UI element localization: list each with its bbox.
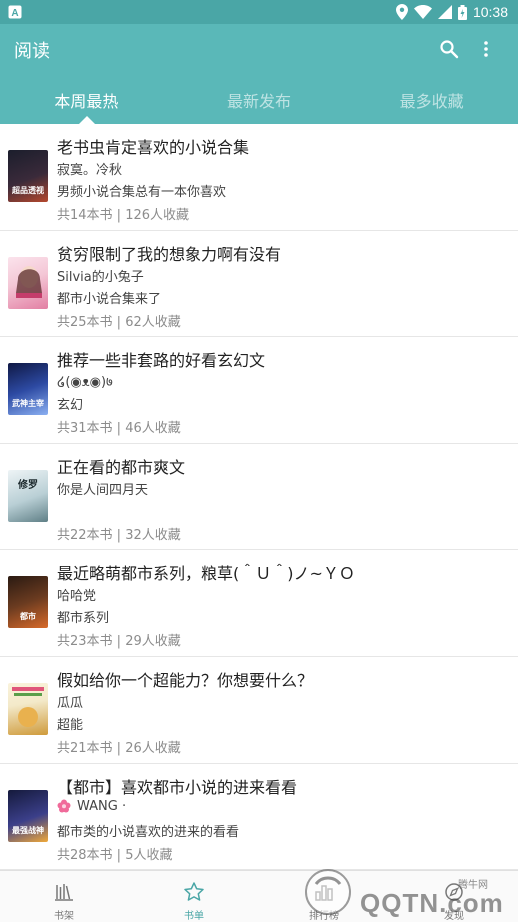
favorite-count: 62人收藏 <box>125 314 181 330</box>
clock: 10:38 <box>472 4 508 20</box>
booklist-author: Silvia的小兔子 <box>57 266 144 285</box>
nav-label: 书单 <box>184 911 204 922</box>
cover-title: 最强战神 <box>12 825 44 835</box>
booklist-item[interactable]: 武神主宰 推荐一些非套路的好看玄幻文 ໒(◉ᴥ◉)७ 玄幻 共31本书 | 46… <box>0 337 518 444</box>
star-icon <box>184 882 204 901</box>
booklist-description: 都市类的小说喜欢的进来的看看 <box>57 824 240 840</box>
booklist-author: WANG · <box>57 799 126 814</box>
cover-title: 武神主宰 <box>12 399 44 409</box>
book-count: 共23本书 <box>57 634 113 650</box>
svg-text:A: A <box>11 8 18 19</box>
author-name: 寂寞。冷秋 <box>57 163 123 178</box>
book-cover <box>8 256 48 309</box>
booklist-stats: 共25本书 | 62人收藏 <box>57 314 181 330</box>
author-name: 你是人间四月天 <box>57 482 149 498</box>
booklist-stats: 共31本书 | 46人收藏 <box>57 421 181 437</box>
book-cover <box>8 682 48 735</box>
nav-label: 书架 <box>54 911 74 922</box>
nav-booklist[interactable]: 书单 <box>162 871 226 922</box>
book-count: 共28本书 <box>57 847 113 863</box>
booklist-stats: 共28本书 | 5人收藏 <box>57 847 173 863</box>
cover-title: 超品透视 <box>12 186 44 195</box>
page-title: 阅读 <box>14 41 50 62</box>
cover-art <box>12 686 44 727</box>
location-icon <box>395 4 408 20</box>
flower-icon <box>57 799 71 813</box>
book-cover: 都市 <box>8 576 48 629</box>
signal-icon <box>437 5 452 19</box>
watermark-small-text: 腾牛网 <box>458 880 488 891</box>
tab-most-favorited[interactable]: 最多收藏 <box>345 84 518 124</box>
booklist-item[interactable]: 假如给你一个超能力？你想要什么？ 瓜瓜 超能 共21本书 | 26人收藏 <box>0 657 518 764</box>
booklist-description: 玄幻 <box>57 398 84 414</box>
book-count: 共31本书 <box>57 421 113 437</box>
booklist-author: 寂寞。冷秋 <box>57 159 122 178</box>
tab-newest[interactable]: 最新发布 <box>173 84 346 124</box>
booklist-author: ໒(◉ᴥ◉)७ <box>57 372 113 390</box>
cover-portrait <box>16 265 42 298</box>
favorite-count: 32人收藏 <box>125 527 181 543</box>
book-cover: 超品透视 <box>8 150 48 202</box>
book-count: 共22本书 <box>57 527 113 543</box>
favorite-count: 29人收藏 <box>125 634 181 650</box>
author-name: 哈哈党 <box>57 589 97 605</box>
booklist-title: 正在看的都市爽文 <box>57 457 186 477</box>
nav-bookshelf[interactable]: 书架 <box>32 871 96 922</box>
booklist-stats: 共23本书 | 29人收藏 <box>57 634 181 650</box>
cover-title: 都市 <box>20 612 36 622</box>
booklist-item[interactable]: 贫穷限制了我的想象力啊有没有 Silvia的小兔子 都市小说合集来了 共25本书… <box>0 231 518 338</box>
watermark-text: QQTN.com <box>360 888 504 918</box>
battery-icon <box>457 4 467 20</box>
booklist-item[interactable]: 修罗 正在看的都市爽文 你是人间四月天 共22本书 | 32人收藏 <box>0 444 518 551</box>
booklist-description: 都市系列 <box>57 611 110 627</box>
bookshelf-icon <box>55 884 73 901</box>
booklist-item[interactable]: 最强战神 【都市】喜欢都市小说的进来看看 WANG · 都市类的小说喜欢的进来的… <box>0 764 518 871</box>
booklist-stats: 共22本书 | 32人收藏 <box>57 527 181 543</box>
app-bar: 阅读 本周最热 最新发布 最多收藏 <box>0 24 518 124</box>
author-name: ໒(◉ᴥ◉)७ <box>57 375 113 391</box>
booklist-title: 老书虫肯定喜欢的小说合集 <box>57 138 250 157</box>
tab-indicator <box>79 116 95 124</box>
booklist-title: 最近略萌都市系列，粮草(＾Ｕ＾)ノ~ＹＯ <box>57 564 355 584</box>
booklist-author: 瓜瓜 <box>57 692 83 711</box>
booklist-title: 【都市】喜欢都市小说的进来看看 <box>57 777 298 797</box>
booklist-author: 你是人间四月天 <box>57 479 148 498</box>
booklist-description: 都市小说合集来了 <box>57 291 162 307</box>
booklist-title: 贫穷限制了我的想象力啊有没有 <box>57 244 282 264</box>
booklist-author: 哈哈党 <box>57 585 96 604</box>
tab-bar: 本周最热 最新发布 最多收藏 <box>0 84 518 124</box>
author-name: 瓜瓜 <box>57 695 84 711</box>
favorite-count: 5人收藏 <box>125 847 173 863</box>
booklist-title: 假如给你一个超能力？你想要什么？ <box>57 670 314 690</box>
book-cover: 最强战神 <box>8 789 48 842</box>
booklist-item[interactable]: 超品透视 老书虫肯定喜欢的小说合集 寂寞。冷秋 男频小说合集总有一本你喜欢 共1… <box>0 124 518 231</box>
favorite-count: 26人收藏 <box>125 740 181 756</box>
booklist-description: 男频小说合集总有一本你喜欢 <box>57 185 227 200</box>
wifi-icon <box>413 5 432 19</box>
booklist-stats: 共21本书 | 26人收藏 <box>57 740 181 756</box>
more-vert-icon[interactable] <box>476 39 496 59</box>
favorite-count: 46人收藏 <box>125 421 181 437</box>
notification-a-icon: A <box>8 5 22 19</box>
cover-title: 修罗 <box>18 479 38 491</box>
author-name: WANG · <box>77 798 127 814</box>
favorite-count: 126人收藏 <box>125 208 190 223</box>
author-name: Silvia的小兔子 <box>57 269 144 285</box>
book-count: 共14本书 <box>57 208 113 223</box>
booklist-description: 超能 <box>57 717 84 733</box>
book-count: 共21本书 <box>57 740 113 756</box>
book-cover: 修罗 <box>8 469 48 522</box>
book-count: 共25本书 <box>57 314 113 330</box>
book-cover: 武神主宰 <box>8 363 48 416</box>
booklist-title: 推荐一些非套路的好看玄幻文 <box>57 351 266 371</box>
booklist-list: 超品透视 老书虫肯定喜欢的小说合集 寂寞。冷秋 男频小说合集总有一本你喜欢 共1… <box>0 124 518 871</box>
status-bar: A 10:38 <box>0 0 518 24</box>
booklist-item[interactable]: 都市 最近略萌都市系列，粮草(＾Ｕ＾)ノ~ＹＯ 哈哈党 都市系列 共23本书 |… <box>0 550 518 657</box>
booklist-stats: 共14本书 | 126人收藏 <box>57 208 190 223</box>
search-icon[interactable] <box>439 39 459 59</box>
